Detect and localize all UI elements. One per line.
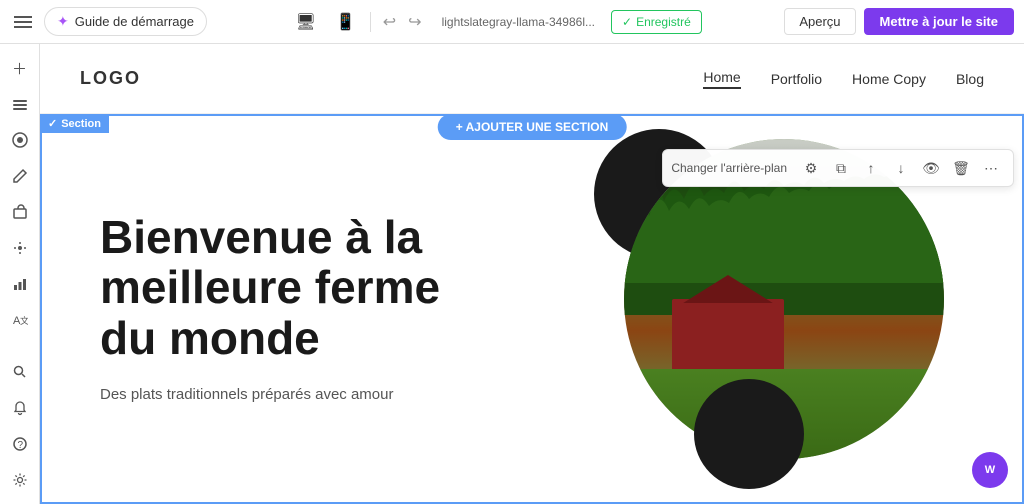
sidebar-add[interactable]: ＋ xyxy=(4,52,36,84)
publish-button[interactable]: Mettre à jour le site xyxy=(864,8,1014,35)
undo-button[interactable]: ↩ xyxy=(379,10,400,34)
nav-portfolio[interactable]: Portfolio xyxy=(771,71,822,87)
toolbar-move-down-button[interactable]: ↓ xyxy=(887,154,915,182)
wix-logo-text: W xyxy=(985,464,995,476)
sidebar-bottom: ? xyxy=(4,356,36,496)
redo-button[interactable]: ↪ xyxy=(404,10,425,34)
toolbar-more-button[interactable]: ⋯ xyxy=(977,154,1005,182)
toolbar-bg-label: Changer l'arrière-plan xyxy=(671,161,787,175)
sidebar-edit[interactable] xyxy=(4,160,36,192)
add-section-button[interactable]: + AJOUTER UNE SECTION xyxy=(438,114,627,140)
check-icon: ✓ xyxy=(48,117,57,130)
website-preview: LOGO Home Portfolio Home Copy Blog Bienv… xyxy=(40,44,1024,504)
toolbar-move-up-button[interactable]: ↑ xyxy=(857,154,885,182)
hero-title: Bienvenue à la meilleure ferme du monde xyxy=(100,212,469,364)
sidebar-help[interactable]: ? xyxy=(4,428,36,460)
canvas-area: LOGO Home Portfolio Home Copy Blog Bienv… xyxy=(40,44,1024,504)
toolbar-duplicate-button[interactable]: ⧉ xyxy=(827,154,855,182)
main-layout: ＋ A文 ? xyxy=(0,44,1024,504)
sidebar-store[interactable] xyxy=(4,196,36,228)
topbar-center: 🖥 📱 ↩ ↪ lightslategray-llama-34986l... ✓… xyxy=(290,8,702,36)
toolbar-hide-button[interactable]: 👁 xyxy=(917,154,945,182)
undo-redo-group: ↩ ↪ xyxy=(379,10,426,34)
sidebar-translate[interactable]: A文 xyxy=(4,304,36,336)
divider xyxy=(370,12,371,32)
sidebar-analytics[interactable] xyxy=(4,268,36,300)
svg-text:文: 文 xyxy=(20,315,28,326)
section-toolbar: Changer l'arrière-plan ⚙ ⧉ ↑ ↓ 👁 🗑 ⋯ xyxy=(662,149,1014,187)
desktop-view-button[interactable]: 🖥 xyxy=(290,8,322,36)
site-logo: LOGO xyxy=(80,68,141,89)
site-name: lightslategray-llama-34986l... xyxy=(434,15,603,29)
site-navbar: LOGO Home Portfolio Home Copy Blog xyxy=(40,44,1024,114)
left-sidebar: ＋ A文 ? xyxy=(0,44,40,504)
wix-logo-button[interactable]: W xyxy=(972,452,1008,488)
section-label-text: Section xyxy=(61,118,101,130)
topbar: ✦ Guide de démarrage 🖥 📱 ↩ ↪ lightslateg… xyxy=(0,0,1024,44)
hamburger-menu[interactable] xyxy=(10,12,36,32)
toolbar-delete-button[interactable]: 🗑 xyxy=(947,154,975,182)
star-icon: ✦ xyxy=(57,13,69,30)
decoration-circle-bottom xyxy=(694,379,804,489)
site-nav: Home Portfolio Home Copy Blog xyxy=(703,69,984,89)
sidebar-settings[interactable] xyxy=(4,464,36,496)
check-icon: ✓ xyxy=(622,15,632,29)
nav-blog[interactable]: Blog xyxy=(956,71,984,87)
nav-home-copy[interactable]: Home Copy xyxy=(852,71,926,87)
sidebar-layers[interactable] xyxy=(4,88,36,120)
saved-badge: ✓ Enregistré xyxy=(611,10,702,34)
svg-text:?: ? xyxy=(17,440,23,451)
section-label[interactable]: ✓ Section xyxy=(40,114,109,133)
sidebar-search[interactable] xyxy=(4,356,36,388)
guide-label: Guide de démarrage xyxy=(75,14,194,29)
topbar-right: Aperçu Mettre à jour le site xyxy=(784,8,1014,35)
guide-button[interactable]: ✦ Guide de démarrage xyxy=(44,7,207,36)
mobile-view-button[interactable]: 📱 xyxy=(330,8,362,36)
hero-text: Bienvenue à la meilleure ferme du monde … xyxy=(100,212,489,406)
topbar-left: ✦ Guide de démarrage xyxy=(10,7,207,36)
sidebar-theme[interactable] xyxy=(4,124,36,156)
hero-subtitle: Des plats traditionnels préparés avec am… xyxy=(100,384,469,407)
sidebar-notification[interactable] xyxy=(4,392,36,424)
sidebar-animations[interactable] xyxy=(4,232,36,264)
saved-label: Enregistré xyxy=(636,15,691,29)
preview-button[interactable]: Aperçu xyxy=(784,8,855,35)
toolbar-settings-button[interactable]: ⚙ xyxy=(797,154,825,182)
nav-home[interactable]: Home xyxy=(703,69,740,89)
